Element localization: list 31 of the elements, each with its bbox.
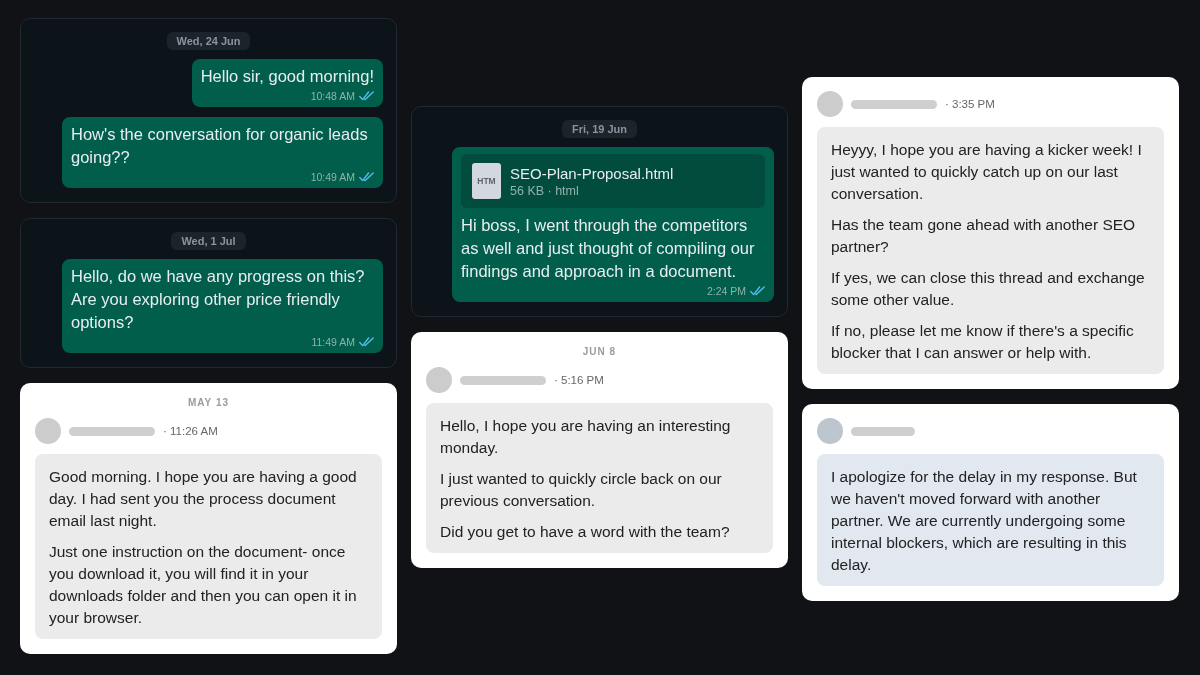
message-text: I just wanted to quickly circle back on our previous conversation.: [440, 469, 723, 511]
file-name: SEO-Plan-Proposal.html: [510, 163, 674, 183]
message-text: Heyyy, I hope you are having a kicker week! I just wanted to quickly catch up on our last conversation.: [831, 140, 1143, 204]
message-time: · 11:26 AM: [163, 424, 218, 438]
file-type-label: HTM: [472, 163, 501, 199]
file-attachment[interactable]: HTM SEO-Plan-Proposal.html 56 KB · html: [461, 154, 765, 208]
message-text: Has the team gone ahead with another SEO partner?: [831, 215, 1137, 257]
message-text: Good morning. I hope you are having a good day. I had sent you the process document email last night.: [49, 467, 358, 531]
message-time: · 5:16 PM: [554, 373, 604, 387]
message-time: 2:24 PM: [706, 284, 746, 298]
message-text: If yes, we can close this thread and exchange some other value.: [831, 268, 1146, 310]
message-text: Hello, do we have any progress on this? Are you exploring other price friendly options?: [71, 266, 366, 333]
email-date: JUN 8: [582, 346, 617, 358]
date-separator: Wed, 1 Jul: [171, 232, 246, 250]
message-time: 10:49 AM: [310, 170, 355, 184]
message-text: Hi boss, I went through the competitors as well and just thought of compiling our findings and approach in a document.: [461, 215, 756, 282]
message-text: How's the conversation for organic leads going??: [71, 124, 369, 168]
email-date: MAY 13: [188, 397, 229, 409]
message-time: 10:48 AM: [310, 89, 355, 103]
date-separator: Fri, 19 Jun: [562, 120, 637, 138]
redacted-name-bar: [851, 426, 915, 436]
message-text: Did you get to have a word with the team?: [440, 522, 731, 542]
file-meta: 56 KB · html: [510, 182, 580, 199]
message-time: 11:49 AM: [311, 335, 355, 349]
message-text: Just one instruction on the document- once you download it, you will find it in your downloads folder and then you can open it in your browser.: [49, 542, 358, 628]
message-text: If no, please let me know if there's a specific blocker that I can answer or help with.: [831, 321, 1135, 363]
message-text: I apologize for the delay in my response. But we haven't moved forward with another partner. We are currently undergoing some internal blockers, which are resulting in this delay.: [831, 467, 1138, 575]
message-time: · 3:35 PM: [945, 97, 995, 111]
message-text: Hello, I hope you are having an interesting monday.: [440, 416, 732, 458]
message-text: Hello sir, good morning!: [200, 66, 374, 87]
date-separator: Wed, 24 Jun: [166, 32, 251, 50]
